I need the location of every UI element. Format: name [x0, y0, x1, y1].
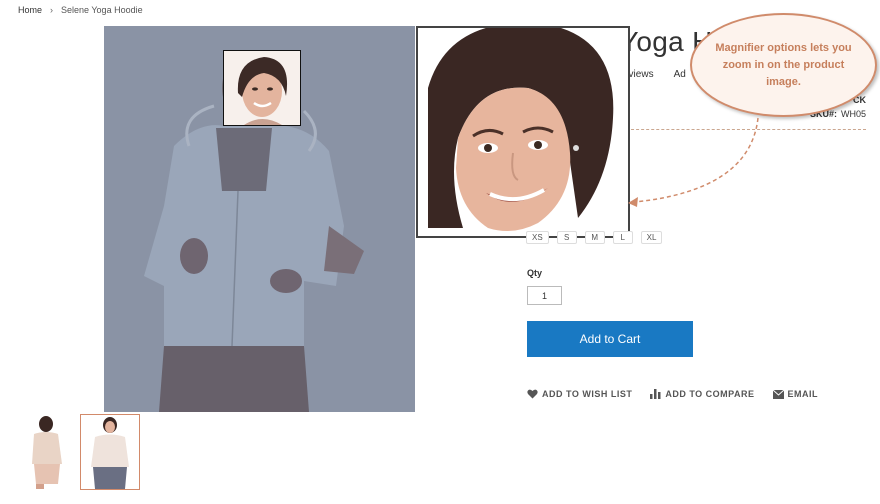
- breadcrumb-home-link[interactable]: Home: [18, 5, 42, 15]
- thumbnail-image: [32, 416, 62, 489]
- thumbnail-image: [91, 417, 129, 489]
- add-review-link[interactable]: Ad: [674, 69, 686, 80]
- thumbnail-front-view[interactable]: [80, 414, 140, 490]
- sku-value: WH05: [840, 109, 866, 119]
- wishlist-label: ADD TO WISH LIST: [542, 389, 633, 399]
- product-actions: ADD TO WISH LIST ADD TO COMPARE EMAIL: [527, 389, 818, 399]
- annotation-callout: Magnifier options lets you zoom in on th…: [690, 13, 877, 117]
- email-label: EMAIL: [787, 389, 819, 399]
- heart-icon: [527, 389, 538, 399]
- add-to-wishlist-link[interactable]: ADD TO WISH LIST: [527, 389, 632, 399]
- size-option-m[interactable]: M: [584, 231, 605, 244]
- magnifier-lens[interactable]: [223, 50, 301, 126]
- info-divider: [626, 129, 866, 130]
- size-options: XS S M L XL: [526, 231, 663, 244]
- add-to-cart-button[interactable]: Add to Cart: [527, 321, 693, 357]
- compare-icon: [650, 389, 661, 399]
- zoom-preview-window: [416, 26, 630, 238]
- compare-label: ADD TO COMPARE: [665, 389, 755, 399]
- reviews-links: eviews Ad: [623, 69, 686, 80]
- size-option-s[interactable]: S: [556, 231, 577, 244]
- callout-text: Magnifier options lets you zoom in on th…: [715, 41, 852, 88]
- zoomed-face-image: [418, 28, 628, 236]
- size-option-xl[interactable]: XL: [640, 231, 663, 244]
- lens-face-preview: [224, 51, 300, 125]
- breadcrumb-separator: ›: [50, 5, 54, 15]
- qty-label: Qty: [527, 268, 543, 278]
- breadcrumb: Home › Selene Yoga Hoodie: [18, 5, 143, 15]
- thumbnail-back-view[interactable]: [18, 414, 76, 489]
- envelope-icon: [772, 389, 784, 399]
- email-link[interactable]: EMAIL: [772, 389, 819, 399]
- qty-input[interactable]: 1: [527, 286, 562, 305]
- size-option-xs[interactable]: XS: [526, 231, 549, 244]
- size-option-l[interactable]: L: [612, 231, 633, 244]
- breadcrumb-current: Selene Yoga Hoodie: [61, 5, 143, 15]
- add-to-compare-link[interactable]: ADD TO COMPARE: [650, 389, 754, 399]
